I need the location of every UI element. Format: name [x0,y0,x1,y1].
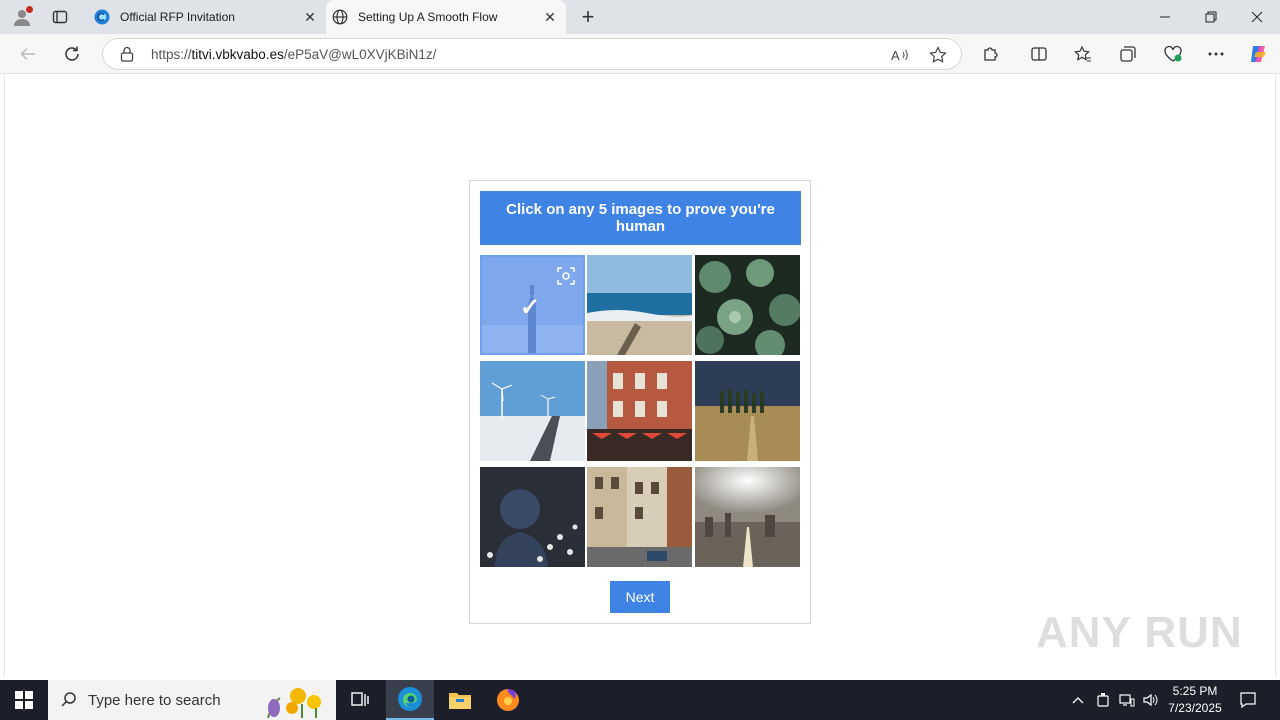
refresh-button[interactable] [57,39,87,69]
search-icon [60,691,82,709]
captcha-image-tuscany-field[interactable] [695,361,800,461]
tab-strip: Official RFP Invitation ✕ Setting Up A S… [0,0,1280,34]
captcha-image-hooded-person[interactable] [480,467,585,567]
clock-date: 7/23/2025 [1168,701,1222,715]
url-host: titvi.vbkvabo.es [191,46,284,62]
address-bar[interactable]: https://titvi.vbkvabo.es/eP5aV@wL0XVjKBi… [102,38,962,70]
close-icon [1251,11,1263,23]
split-screen-button[interactable] [1024,39,1054,69]
browser-toolbar: https://titvi.vbkvabo.es/eP5aV@wL0XVjKBi… [0,34,1280,74]
search-highlight-flowers-icon [267,688,321,718]
captcha-image-tower[interactable]: ✓ [480,255,585,355]
task-view-icon [351,692,369,706]
captcha-widget: Click on any 5 images to prove you're hu… [469,180,811,624]
taskbar-search-box[interactable]: Type here to search [48,680,336,720]
chevron-up-icon [1072,697,1084,704]
notification-dot [26,6,33,13]
collections-button[interactable] [1113,39,1143,69]
captcha-image-brick-building[interactable] [587,361,692,461]
favorites-button[interactable] [1068,39,1098,69]
globe-icon [332,9,348,25]
star-add-icon [929,46,947,63]
edge-icon [398,687,422,711]
captcha-instruction: Click on any 5 images to prove you're hu… [480,191,801,245]
back-arrow-icon [20,47,35,61]
puzzle-icon [984,47,998,61]
security-icon [1097,693,1109,707]
favorite-button[interactable] [925,42,951,68]
more-icon [1208,52,1224,56]
network-icon [1119,694,1135,707]
minimize-button[interactable] [1142,0,1188,34]
svg-text:A: A [891,48,900,63]
tab-title: Setting Up A Smooth Flow [358,10,498,24]
tab-smooth-flow[interactable]: Setting Up A Smooth Flow ✕ [326,0,566,34]
minimize-icon [1160,16,1170,18]
anyrun-watermark: ANY RUN [1036,608,1243,657]
tab-close-icon[interactable]: ✕ [538,5,562,29]
tab-actions-icon [52,10,68,24]
browser-essentials-button[interactable] [1158,39,1188,69]
windows-logo-icon [15,691,33,709]
taskbar-file-explorer[interactable] [436,680,484,720]
notification-icon [1240,692,1256,708]
clock-time: 5:25 PM [1172,684,1218,698]
taskbar-clock[interactable]: 5:25 PM 7/23/2025 [1160,683,1230,717]
collections-icon [1120,46,1136,62]
taskbar-edge[interactable] [386,680,434,720]
heart-pulse-icon [1164,45,1182,62]
firefox-icon [497,689,519,711]
visual-search-icon [557,267,575,285]
tab-actions-button[interactable] [46,4,74,30]
settings-more-button[interactable] [1201,39,1231,69]
read-aloud-icon: A [891,48,908,63]
copilot-button[interactable] [1243,39,1273,69]
taskbar-firefox[interactable] [484,680,532,720]
read-aloud-button[interactable]: A [887,42,913,68]
restore-icon [1205,11,1217,23]
edge-favicon-icon [94,9,110,25]
captcha-image-grid: ✓ [480,255,801,568]
search-placeholder: Type here to search [88,691,221,709]
profile-button[interactable] [8,4,36,30]
speaker-icon [1143,693,1158,707]
split-screen-icon [1031,47,1047,61]
start-button[interactable] [0,680,48,720]
volume-tray-button[interactable] [1140,680,1162,720]
windows-taskbar: Type here to search 5:25 PM 7/23/2025 [0,680,1280,720]
checkmark-icon: ✓ [520,294,541,321]
next-button[interactable]: Next [610,581,670,613]
captcha-image-wind-turbines[interactable] [480,361,585,461]
tab-close-icon[interactable]: ✕ [298,5,322,29]
captcha-image-city-skyline[interactable] [695,467,800,567]
restore-button[interactable] [1188,0,1234,34]
show-hidden-icons-button[interactable] [1068,680,1088,720]
new-tab-button[interactable]: + [576,4,600,30]
network-tray-button[interactable] [1116,680,1138,720]
captcha-image-street-buildings[interactable] [587,467,692,567]
folder-icon [449,693,471,709]
extensions-button[interactable] [976,39,1006,69]
security-tray-button[interactable] [1092,680,1114,720]
favorites-star-icon [1074,45,1091,62]
url-text: https://titvi.vbkvabo.es/eP5aV@wL0XVjKBi… [151,47,436,62]
copilot-icon [1251,46,1266,62]
captcha-image-beach[interactable] [587,255,692,355]
tab-title: Official RFP Invitation [120,10,235,24]
url-scheme: https:// [151,46,192,62]
back-button[interactable] [13,39,43,69]
close-window-button[interactable] [1234,0,1280,34]
url-path: /eP5aV@wL0XVjKBiN1z/ [283,46,437,62]
task-view-button[interactable] [336,680,384,720]
captcha-image-succulents[interactable] [695,255,800,355]
tab-official-rfp[interactable]: Official RFP Invitation ✕ [88,0,326,34]
refresh-icon [65,46,79,61]
notifications-button[interactable] [1236,680,1260,720]
site-info-icon[interactable] [117,46,137,62]
